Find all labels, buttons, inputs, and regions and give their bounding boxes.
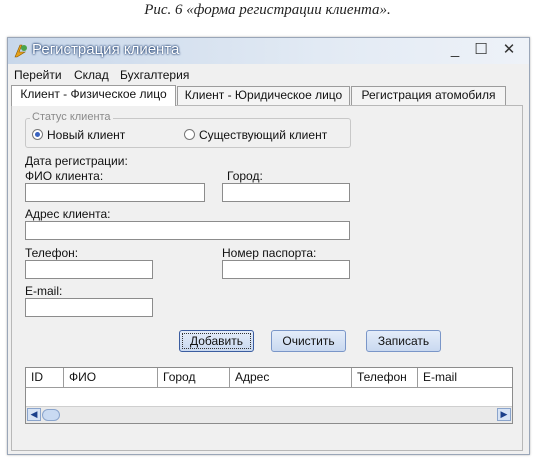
client-status-group: Статус клиента Новый клиент Существующий… (25, 111, 351, 148)
passport-label: Номер паспорта: (222, 246, 317, 260)
minimize-button[interactable]: _ (444, 40, 466, 60)
fio-field[interactable] (25, 183, 205, 202)
close-button[interactable]: ✕ (498, 40, 520, 60)
radio-existing-client-label: Существующий клиент (199, 128, 328, 142)
col-header-phone[interactable]: Телефон (352, 368, 418, 387)
col-header-email[interactable]: E-mail (418, 368, 512, 387)
client-status-legend: Статус клиента (30, 111, 113, 123)
col-header-address[interactable]: Адрес (230, 368, 352, 387)
menu-item-pereyti[interactable]: Перейти (14, 68, 62, 82)
horizontal-scrollbar[interactable]: ◀ ▶ (26, 406, 512, 423)
menu-bar: Перейти Склад Бухгалтерия (8, 66, 529, 84)
menu-item-sklad[interactable]: Склад (74, 68, 109, 82)
address-field[interactable] (25, 221, 350, 240)
col-header-fio[interactable]: ФИО (64, 368, 158, 387)
col-header-id[interactable]: ID (26, 368, 64, 387)
add-button[interactable]: Добавить (179, 330, 254, 352)
tab-car-registration[interactable]: Регистрация атомобиля (351, 86, 506, 105)
phone-field[interactable] (25, 260, 153, 279)
address-label: Адрес клиента: (25, 207, 111, 221)
registration-date-label: Дата регистрации: (25, 154, 128, 168)
radio-new-client[interactable]: Новый клиент (32, 128, 125, 142)
city-field[interactable] (222, 183, 350, 202)
scroll-left-icon[interactable]: ◀ (27, 408, 41, 421)
tab-individual-client[interactable]: Клиент - Физическое лицо (11, 85, 176, 106)
scroll-thumb[interactable] (42, 409, 60, 421)
email-label: E-mail: (25, 284, 63, 298)
save-button[interactable]: Записать (366, 330, 441, 352)
fio-label: ФИО клиента: (25, 169, 104, 183)
radio-selected-icon (32, 129, 43, 140)
phone-label: Телефон: (25, 246, 79, 260)
radio-unselected-icon (184, 129, 195, 140)
tab-legal-client[interactable]: Клиент - Юридическое лицо (177, 86, 350, 105)
grid-header: ID ФИО Город Адрес Телефон E-mail (26, 368, 512, 388)
radio-existing-client[interactable]: Существующий клиент (184, 128, 327, 142)
figure-caption: Рис. 6 «форма регистрации клиента». (144, 2, 391, 18)
col-header-city[interactable]: Город (158, 368, 230, 387)
clear-button[interactable]: Очистить (271, 330, 346, 352)
clients-grid[interactable]: ID ФИО Город Адрес Телефон E-mail ◀ ▶ (25, 367, 513, 424)
menu-item-buhgalteriya[interactable]: Бухгалтерия (120, 68, 189, 82)
radio-new-client-label: Новый клиент (47, 128, 126, 142)
title-bar[interactable]: Регистрация клиента _ ☐ ✕ (8, 38, 529, 64)
app-icon (14, 44, 27, 58)
scroll-right-icon[interactable]: ▶ (497, 408, 511, 421)
email-field[interactable] (25, 298, 153, 317)
city-label: Город: (227, 169, 263, 183)
passport-field[interactable] (222, 260, 350, 279)
registration-window: Регистрация клиента _ ☐ ✕ Перейти Склад … (7, 37, 530, 455)
maximize-button[interactable]: ☐ (470, 40, 492, 60)
tab-strip: Клиент - Физическое лицо Клиент - Юридич… (8, 85, 529, 106)
window-title: Регистрация клиента (32, 41, 180, 58)
